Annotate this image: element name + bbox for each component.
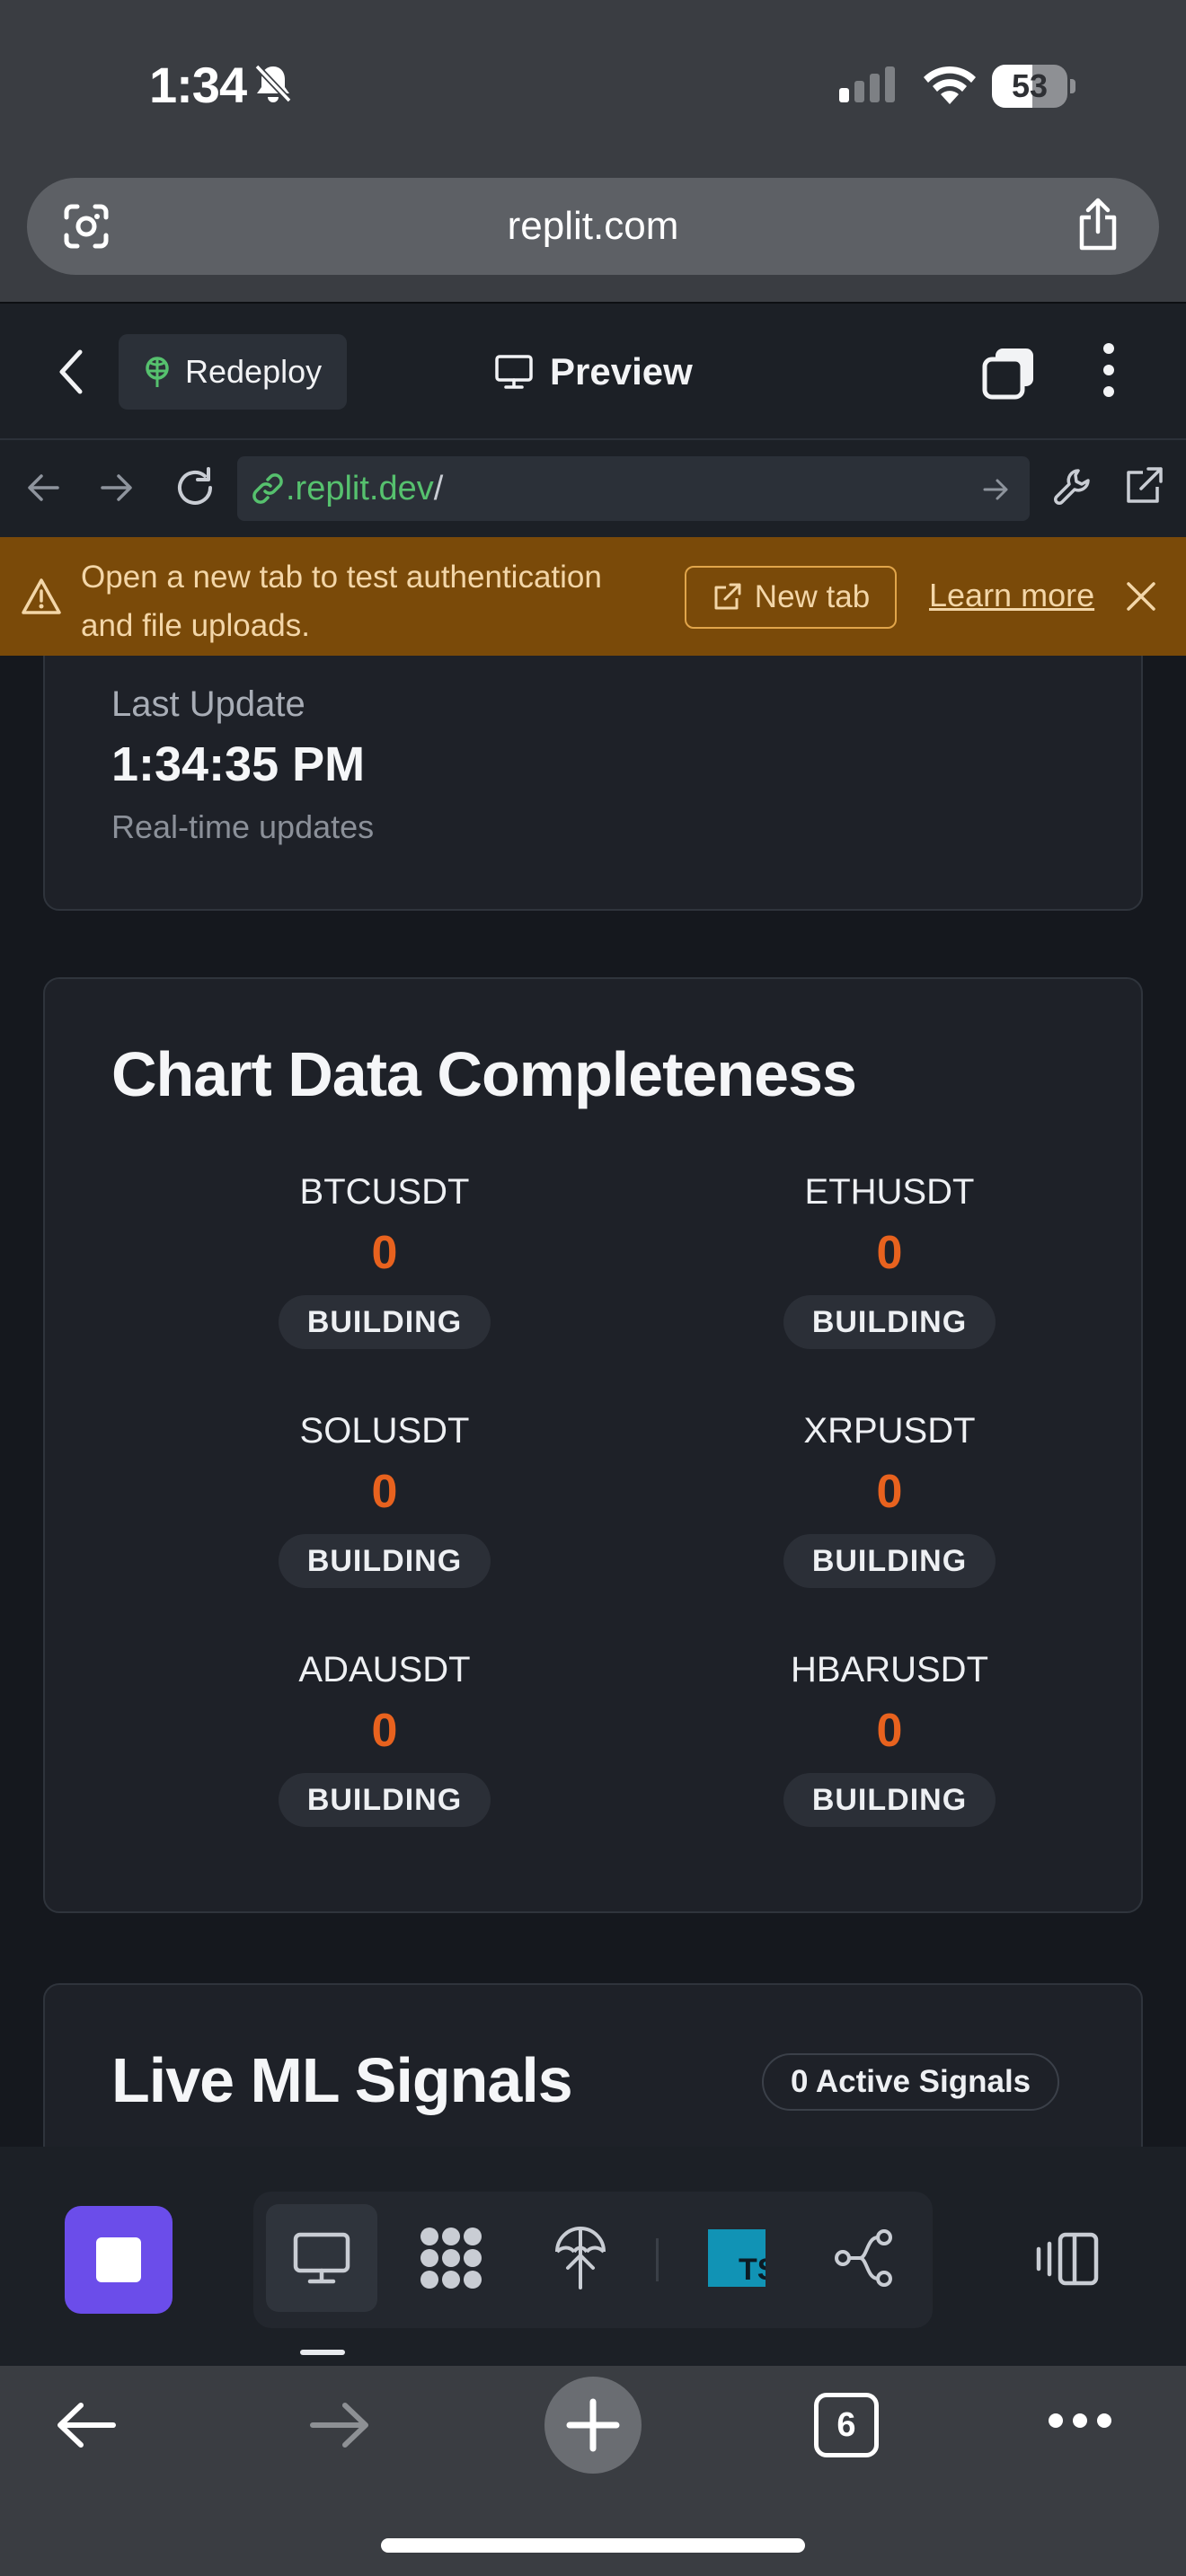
tool-switcher: TS [253,2192,933,2328]
safari-back-icon[interactable] [54,2400,117,2450]
symbol-name: BTCUSDT [299,1172,470,1212]
preview-title-label: Preview [550,350,693,393]
symbol-item: HBARUSDT 0 BUILDING [701,1647,1078,1827]
open-external-icon[interactable] [1121,465,1164,508]
battery-icon: 53 [992,65,1075,108]
auth-warning-banner: Open a new tab to test authentication an… [0,537,1186,656]
status-badge: BUILDING [278,1773,491,1827]
symbol-item: SOLUSDT 0 BUILDING [196,1408,573,1588]
replit-bottom-toolbar: TS [0,2147,1186,2366]
active-signals-badge: 0 Active Signals [762,2053,1060,2111]
status-badge: BUILDING [783,1295,996,1349]
panel-layout-icon[interactable] [1033,2231,1100,2287]
battery-percent: 53 [1011,67,1049,104]
symbol-count: 0 [371,1705,398,1757]
symbol-item: ADAUSDT 0 BUILDING [196,1647,573,1827]
last-update-subtitle: Real-time updates [111,808,375,845]
symbol-item: ETHUSDT 0 BUILDING [701,1169,1078,1349]
symbol-item: BTCUSDT 0 BUILDING [196,1169,573,1349]
symbol-item: XRPUSDT 0 BUILDING [701,1408,1078,1588]
address-host: .replit.dev [286,470,434,507]
preview-address-bar[interactable]: .replit.dev/ [237,456,1030,521]
close-icon[interactable] [1125,580,1157,613]
monitor-icon [293,2232,350,2284]
learn-more-link[interactable]: Learn more [929,577,1094,614]
toolbar-divider [656,2238,659,2281]
new-tab-button[interactable]: New tab [685,566,897,629]
symbol-name: XRPUSDT [803,1411,976,1451]
status-badge: BUILDING [278,1295,491,1349]
preview-tab-title: Preview [494,334,693,410]
symbol-name: ETHUSDT [804,1172,975,1212]
replit-header: Redeploy Preview [0,302,1186,440]
status-time: 1:34 [149,57,247,113]
devtools-wrench-icon[interactable] [1051,465,1094,508]
status-badge: BUILDING [278,1534,491,1588]
tool-typescript[interactable]: TS [681,2204,792,2312]
external-link-icon [714,583,741,610]
stop-icon [96,2237,141,2282]
back-chevron-icon[interactable] [58,348,84,395]
status-badge: BUILDING [783,1773,996,1827]
deploy-icon [555,2227,606,2289]
bell-muted-icon [254,64,292,103]
symbol-count: 0 [371,1466,398,1518]
last-update-value: 1:34:35 PM [111,737,366,791]
nav-back-icon[interactable] [25,465,61,510]
address-path: / [433,470,444,507]
banner-message: Open a new tab to test authentication an… [81,560,602,643]
link-icon [252,473,283,504]
preview-content: Last Update 1:34:35 PM Real-time updates… [0,656,1186,2147]
preview-browser-bar: .replit.dev/ [0,440,1186,537]
nav-forward-icon[interactable] [99,465,135,510]
last-update-label: Last Update [111,684,305,724]
more-menu-icon[interactable] [1100,341,1118,399]
share-icon[interactable] [1075,198,1121,253]
svg-text:TS: TS [739,2253,766,2287]
safari-url-host: replit.com [507,204,679,248]
safari-forward-icon[interactable] [309,2400,372,2450]
last-update-card: Last Update 1:34:35 PM Real-time updates [43,656,1143,911]
safari-more-icon[interactable] [1048,2413,1112,2429]
typescript-icon: TS [708,2229,766,2287]
symbol-name: SOLUSDT [299,1411,470,1451]
plus-icon [566,2398,620,2452]
deploy-icon [146,357,169,387]
nodes-icon [420,2228,482,2289]
symbol-name: HBARUSDT [790,1650,989,1689]
wifi-icon [924,66,976,104]
symbol-count: 0 [371,1227,398,1279]
tab-count-button[interactable]: 6 [814,2393,879,2457]
symbol-name: ADAUSDT [298,1650,471,1689]
tool-deploy[interactable] [525,2204,636,2312]
cell-signal-icon [839,66,895,102]
redeploy-label: Redeploy [185,353,323,390]
tool-workflows[interactable] [395,2204,507,2312]
chart-completeness-title: Chart Data Completeness [111,1039,857,1109]
git-branch-icon [835,2229,892,2287]
redeploy-button[interactable]: Redeploy [119,334,348,410]
home-indicator [381,2538,805,2553]
status-badge: BUILDING [783,1534,996,1588]
monitor-icon [495,355,533,389]
symbol-count: 0 [876,1466,903,1518]
reload-icon[interactable] [173,465,217,510]
active-tool-indicator [300,2350,345,2355]
ml-signals-card: Live ML Signals 0 Active Signals [43,1983,1143,2147]
new-tab-label: New tab [754,579,871,614]
safari-url-bar[interactable]: replit.com [27,178,1159,275]
tabs-switcher-icon[interactable] [981,345,1037,401]
symbol-count: 0 [876,1227,903,1279]
symbol-count: 0 [876,1705,903,1757]
tool-git[interactable] [809,2204,920,2312]
stop-button[interactable] [65,2206,173,2314]
new-tab-plus-button[interactable] [544,2377,642,2474]
tool-preview[interactable] [266,2204,377,2312]
safari-top-bar: 1:34 53 replit.com [0,0,1186,302]
go-arrow-icon[interactable] [983,478,1010,501]
ml-signals-title: Live ML Signals [111,2045,573,2115]
chart-completeness-card: Chart Data Completeness BTCUSDT 0 BUILDI… [43,977,1143,1913]
warning-icon [22,578,61,614]
